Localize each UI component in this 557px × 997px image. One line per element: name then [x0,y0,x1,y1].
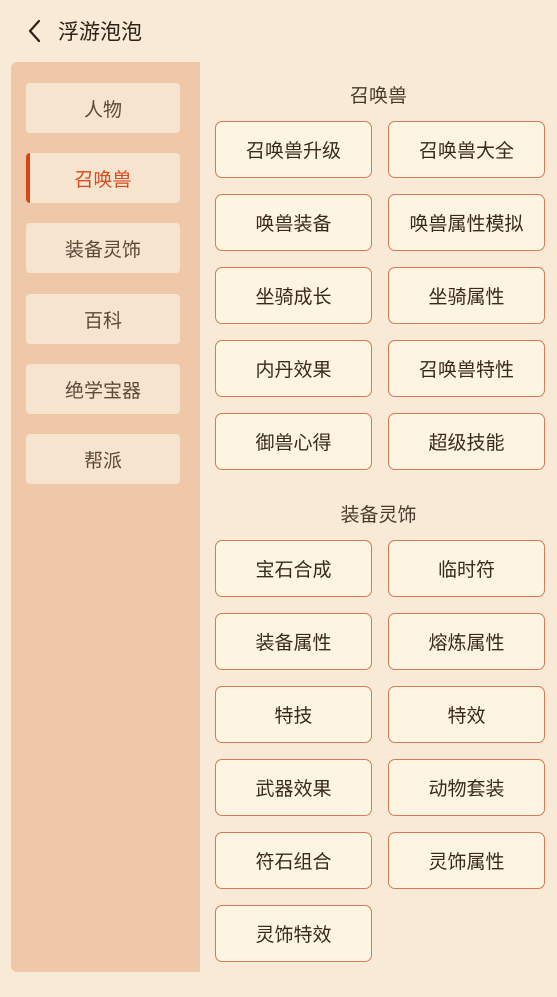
page-title: 浮游泡泡 [58,20,142,44]
sidebar-item-zhuangbei-lingshi[interactable]: 装备灵饰 [26,223,180,273]
link-button[interactable]: 召唤兽升级 [215,121,372,178]
main-panel: 人物 召唤兽 装备灵饰 百科 绝学宝器 帮派 召唤兽 召唤兽升级 召唤兽大全 唤… [11,62,557,972]
link-button[interactable]: 唤兽装备 [215,194,372,251]
link-button[interactable]: 超级技能 [388,413,545,470]
link-button[interactable]: 御兽心得 [215,413,372,470]
link-button[interactable]: 坐骑属性 [388,267,545,324]
link-button[interactable]: 内丹效果 [215,340,372,397]
button-grid-zhuangbei-lingshi: 宝石合成 临时符 装备属性 熔炼属性 特技 特效 武器效果 动物套装 符石组合 … [215,540,546,962]
section-title-zhaohuanshou: 召唤兽 [349,85,407,107]
link-button[interactable]: 灵饰特效 [215,905,372,962]
link-button[interactable]: 装备属性 [215,613,372,670]
sidebar-item-bangpai[interactable]: 帮派 [26,434,180,484]
button-grid-zhaohuanshou: 召唤兽升级 召唤兽大全 唤兽装备 唤兽属性模拟 坐骑成长 坐骑属性 内丹效果 召… [215,121,546,470]
link-button[interactable]: 宝石合成 [215,540,372,597]
link-button[interactable]: 特技 [215,686,372,743]
category-sidebar: 人物 召唤兽 装备灵饰 百科 绝学宝器 帮派 [11,62,200,972]
link-button[interactable]: 召唤兽特性 [388,340,545,397]
section-title-zhuangbei-lingshi: 装备灵饰 [340,504,417,526]
bottom-spacer [0,972,557,997]
link-button[interactable]: 唤兽属性模拟 [388,194,545,251]
link-button[interactable]: 临时符 [388,540,545,597]
link-button[interactable]: 灵饰属性 [388,832,545,889]
link-button[interactable]: 动物套装 [388,759,545,816]
link-button[interactable]: 特效 [388,686,545,743]
back-arrow-icon[interactable] [12,0,56,62]
sidebar-item-renwu[interactable]: 人物 [26,83,180,133]
link-button[interactable]: 武器效果 [215,759,372,816]
sidebar-item-baike[interactable]: 百科 [26,294,180,344]
header-bar: 浮游泡泡 [0,0,557,62]
link-button[interactable]: 坐骑成长 [215,267,372,324]
link-button[interactable]: 召唤兽大全 [388,121,545,178]
link-button[interactable]: 熔炼属性 [388,613,545,670]
sidebar-item-zhaohuanshou[interactable]: 召唤兽 [26,153,180,203]
link-button[interactable]: 符石组合 [215,832,372,889]
sidebar-item-juexue-baoqi[interactable]: 绝学宝器 [26,364,180,414]
content-area: 召唤兽 召唤兽升级 召唤兽大全 唤兽装备 唤兽属性模拟 坐骑成长 坐骑属性 内丹… [200,62,557,972]
